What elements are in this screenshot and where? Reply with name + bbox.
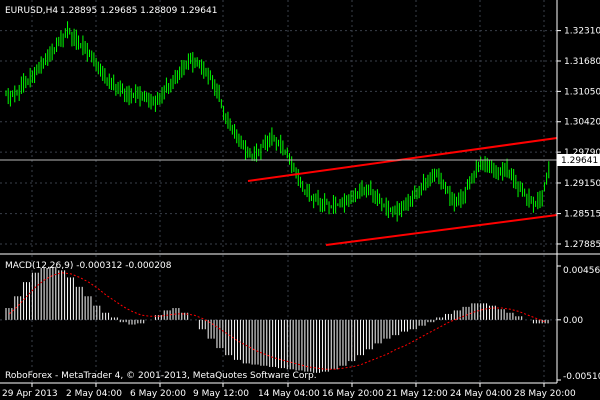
time-tick-label: 6 May 20:00 [130, 389, 186, 399]
ohlc-values: 1.28895 1.29685 1.28809 1.29641 [60, 6, 217, 16]
price-tick-label: 1.27885 [564, 240, 600, 250]
price-tick-label: 1.31680 [564, 57, 600, 67]
price-tick-label: 1.29150 [564, 179, 600, 189]
time-tick-label: 2 May 04:00 [66, 389, 122, 399]
macd-label: MACD(12,26,9) -0.000312 -0.000208 [5, 261, 172, 271]
time-tick-label: 28 May 20:00 [514, 389, 576, 399]
current-price-badge: 1.29641 [557, 154, 600, 166]
current-price-value: 1.29641 [561, 156, 598, 166]
time-tick-label: 29 Apr 2013 [2, 389, 58, 399]
symbol-label: EURUSD,H4 [5, 6, 58, 16]
time-tick-label: 14 May 04:00 [258, 389, 320, 399]
price-tick-label: 1.31050 [564, 87, 600, 97]
time-tick-label: 21 May 12:00 [386, 389, 448, 399]
time-tick-label: 24 May 04:00 [450, 389, 512, 399]
macd-tick-label: 0.004569 [563, 266, 600, 276]
chart-background [0, 0, 600, 400]
macd-tick-label: 0.00 [563, 316, 583, 326]
trading-chart[interactable]: 1.323101.316801.310501.304201.297901.291… [0, 0, 600, 400]
time-tick-label: 16 May 20:00 [322, 389, 384, 399]
price-tick-label: 1.28515 [564, 210, 600, 220]
price-tick-label: 1.32310 [564, 27, 600, 37]
copyright-text: RoboForex - MetaTrader 4, © 2001-2013, M… [5, 371, 317, 381]
time-tick-label: 9 May 12:00 [193, 389, 249, 399]
price-tick-label: 1.30420 [564, 118, 600, 128]
macd-tick-label: -0.005109 [563, 372, 600, 382]
